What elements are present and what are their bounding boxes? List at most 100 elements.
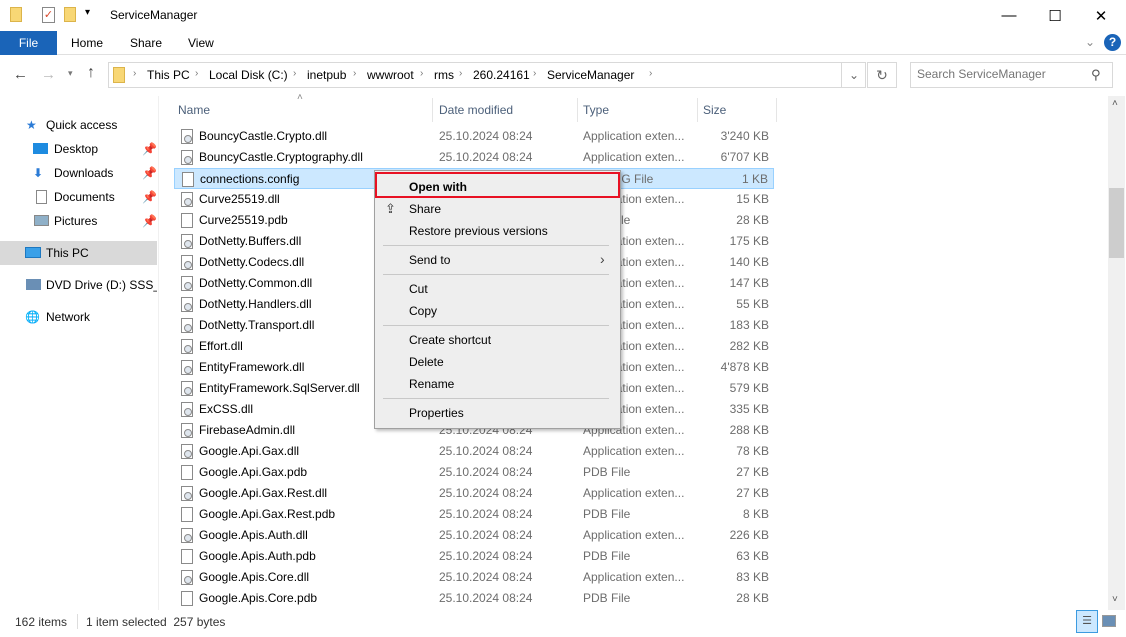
file-size: 78 KB	[736, 444, 769, 458]
breadcrumb-inetpub[interactable]: inetpub	[307, 68, 346, 82]
file-name: DotNetty.Handlers.dll	[199, 297, 312, 311]
pictures-icon	[34, 215, 49, 226]
menu-item-open-with[interactable]: Open with	[409, 180, 467, 194]
customize-toolbar-icon[interactable]: ▾	[85, 7, 90, 18]
search-input[interactable]	[917, 67, 1087, 81]
nav-quick-access[interactable]: ★ Quick access	[0, 114, 157, 136]
new-folder-icon[interactable]	[64, 7, 76, 22]
details-view-button[interactable]: ☰	[1076, 610, 1098, 633]
menu-item-restore-previous-versions[interactable]: Restore previous versions	[409, 224, 548, 238]
breadcrumb-this-pc[interactable]: This PC	[147, 68, 190, 82]
back-button[interactable]: ←	[13, 66, 28, 83]
file-row[interactable]: Google.Apis.Auth.pdb 25.10.2024 08:24 PD…	[174, 546, 774, 567]
column-header-name[interactable]: Name	[178, 100, 210, 120]
menu-item-share[interactable]: Share	[409, 202, 441, 216]
expand-ribbon-icon[interactable]: ⌄	[1085, 35, 1095, 49]
close-button[interactable]: ✕	[1078, 0, 1124, 31]
file-type: PDB File	[583, 465, 631, 479]
file-size: 27 KB	[736, 465, 769, 479]
file-type: Application exten...	[583, 570, 685, 584]
address-bar[interactable]: › This PC › Local Disk (C:) › inetpub › …	[108, 62, 866, 88]
nav-desktop[interactable]: Desktop 📌	[0, 138, 157, 160]
breadcrumb-rms[interactable]: rms	[434, 68, 454, 82]
file-row[interactable]: Google.Apis.Auth.dll 25.10.2024 08:24 Ap…	[174, 525, 774, 546]
menu-item-cut[interactable]: Cut	[409, 282, 428, 296]
address-dropdown-icon[interactable]: ⌄	[841, 63, 866, 87]
breadcrumb-wwwroot[interactable]: wwwroot	[367, 68, 414, 82]
tab-view[interactable]: View	[174, 31, 228, 55]
search-box[interactable]: ⚲	[910, 62, 1113, 88]
scroll-down-icon[interactable]: ˅	[1112, 594, 1118, 605]
documents-icon	[36, 190, 47, 204]
file-size: 147 KB	[729, 276, 769, 290]
nav-pictures[interactable]: Pictures 📌	[0, 210, 157, 232]
column-header-type[interactable]: Type	[583, 100, 609, 120]
pin-icon[interactable]: 📌	[142, 186, 157, 208]
tab-share[interactable]: Share	[116, 31, 176, 55]
file-name: Google.Api.Gax.Rest.pdb	[199, 507, 336, 521]
file-row[interactable]: Google.Api.Gax.Rest.pdb 25.10.2024 08:24…	[174, 504, 774, 525]
file-date: 25.10.2024 08:24	[439, 528, 533, 542]
forward-button[interactable]: →	[41, 66, 56, 83]
file-type: Application exten...	[583, 528, 685, 542]
file-name: ExCSS.dll	[199, 402, 254, 416]
search-icon[interactable]: ⚲	[1091, 67, 1101, 83]
maximize-button[interactable]: ☐	[1032, 0, 1078, 31]
nav-this-pc[interactable]: This PC	[0, 241, 157, 265]
breadcrumb-version[interactable]: 260.24161	[473, 68, 530, 82]
menu-item-create-shortcut[interactable]: Create shortcut	[409, 333, 491, 347]
menu-item-send-to[interactable]: Send to	[409, 253, 450, 267]
scrollbar-thumb[interactable]	[1109, 188, 1124, 258]
file-row[interactable]: Google.Api.Gax.Rest.dll 25.10.2024 08:24…	[174, 483, 774, 504]
large-icons-view-button[interactable]	[1102, 615, 1116, 627]
file-size: 3'240 KB	[720, 129, 769, 143]
file-row[interactable]: BouncyCastle.Cryptography.dll 25.10.2024…	[174, 147, 774, 168]
dll-file-icon	[181, 423, 193, 438]
menu-item-delete[interactable]: Delete	[409, 355, 444, 369]
file-name: Google.Apis.Core.dll	[199, 570, 310, 584]
nav-network[interactable]: 🌐 Network	[0, 306, 157, 328]
file-name: DotNetty.Transport.dll	[199, 318, 315, 332]
scroll-up-icon[interactable]: ˄	[1112, 98, 1118, 109]
pin-icon[interactable]: 📌	[142, 162, 157, 184]
breadcrumb-servicemanager[interactable]: ServiceManager	[547, 68, 634, 82]
item-count: 162 items	[15, 615, 68, 629]
properties-icon[interactable]: ✓	[42, 7, 55, 23]
refresh-button[interactable]: ↻	[867, 62, 897, 88]
file-type: PDB File	[583, 507, 631, 521]
download-icon: ⬇	[33, 166, 44, 180]
file-name: FirebaseAdmin.dll	[199, 423, 296, 437]
column-header-date[interactable]: Date modified	[439, 100, 513, 120]
breadcrumb-local-disk[interactable]: Local Disk (C:)	[209, 68, 288, 82]
help-icon[interactable]: ?	[1104, 34, 1121, 51]
tab-file[interactable]: File	[0, 31, 57, 55]
pin-icon[interactable]: 📌	[142, 210, 157, 232]
file-name: Google.Apis.Auth.dll	[199, 528, 308, 542]
nav-downloads[interactable]: ⬇ Downloads 📌	[0, 162, 157, 184]
nav-documents[interactable]: Documents 📌	[0, 186, 157, 208]
tab-home[interactable]: Home	[57, 31, 117, 55]
file-row[interactable]: Google.Apis.Core.pdb 25.10.2024 08:24 PD…	[174, 588, 774, 609]
column-header-size[interactable]: Size	[703, 100, 726, 120]
minimize-button[interactable]: —	[986, 0, 1032, 31]
menu-item-properties[interactable]: Properties	[409, 406, 464, 420]
dll-file-icon	[181, 570, 193, 585]
nav-dvd-drive[interactable]: DVD Drive (D:) SSS_X6	[0, 274, 157, 296]
file-row[interactable]: Google.Apis.Core.dll 25.10.2024 08:24 Ap…	[174, 567, 774, 588]
file-date: 25.10.2024 08:24	[439, 129, 533, 143]
menu-item-copy[interactable]: Copy	[409, 304, 437, 318]
pane-divider[interactable]	[158, 96, 159, 610]
file-row[interactable]: Google.Api.Gax.dll 25.10.2024 08:24 Appl…	[174, 441, 774, 462]
file-size: 140 KB	[729, 255, 769, 269]
pin-icon[interactable]: 📌	[142, 138, 157, 160]
up-button[interactable]: ↑	[87, 64, 95, 82]
file-row[interactable]: Google.Api.Gax.pdb 25.10.2024 08:24 PDB …	[174, 462, 774, 483]
recent-locations-icon[interactable]: ▾	[68, 68, 73, 79]
folder-icon	[113, 67, 125, 83]
dll-file-icon	[181, 486, 193, 501]
file-name: Google.Api.Gax.dll	[199, 444, 300, 458]
file-row[interactable]: BouncyCastle.Crypto.dll 25.10.2024 08:24…	[174, 126, 774, 147]
menu-item-rename[interactable]: Rename	[409, 377, 454, 391]
vertical-scrollbar[interactable]: ˄ ˅	[1108, 96, 1125, 610]
dll-file-icon	[181, 402, 193, 417]
